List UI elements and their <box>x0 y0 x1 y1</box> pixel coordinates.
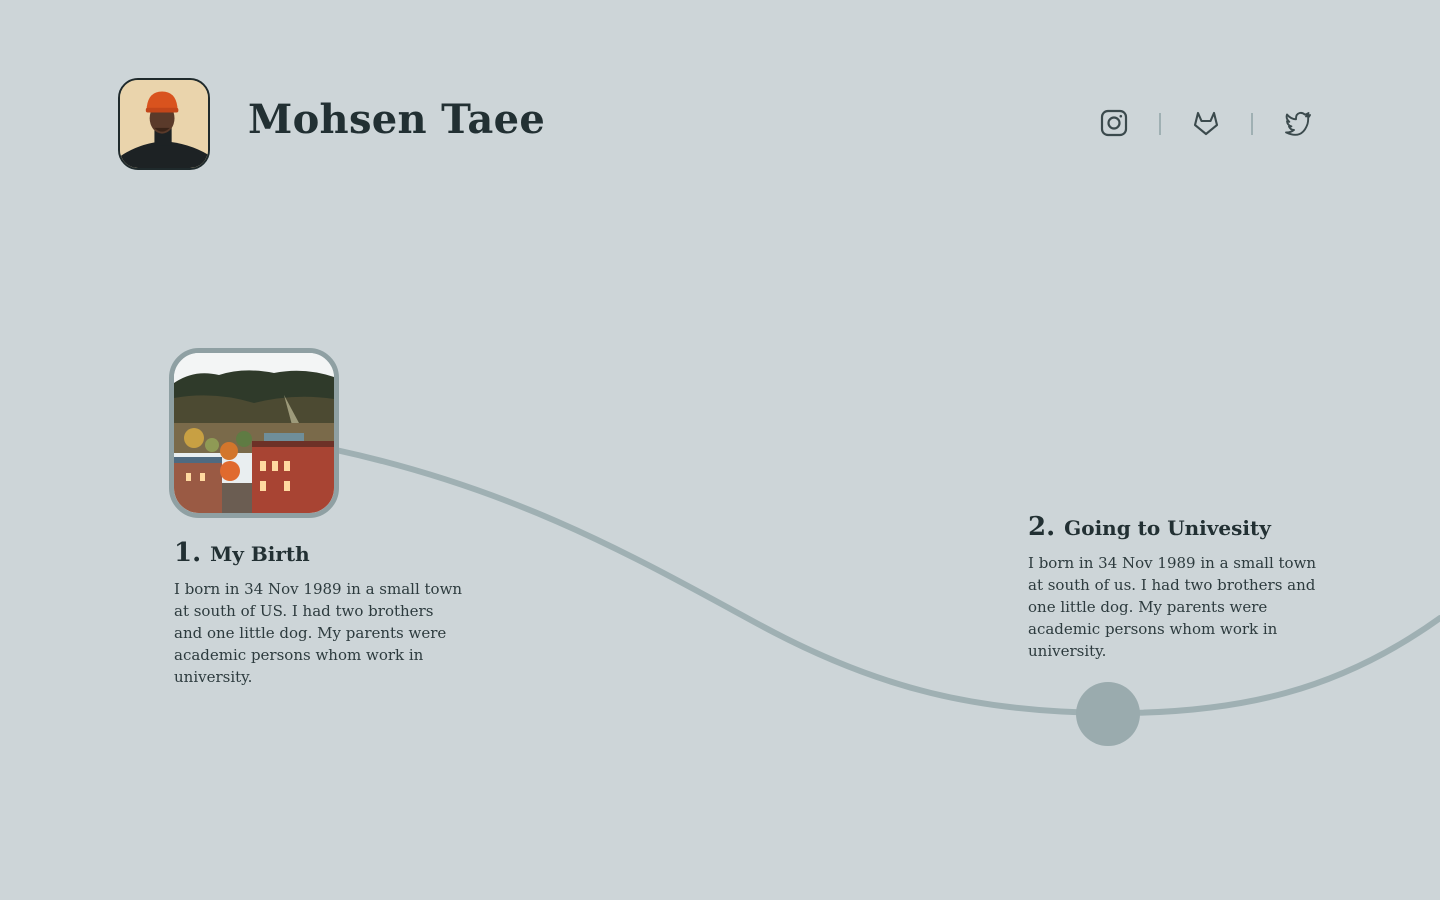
milestone-title: 2. Going to Univesity <box>1028 512 1271 542</box>
milestone-title: 1. My Birth <box>174 538 310 568</box>
page: Mohsen Taee 1. My Birth I born in 34 Nov… <box>0 0 1440 900</box>
user-avatar-photo <box>120 80 208 168</box>
page-title: Mohsen Taee <box>248 96 546 143</box>
twitter-icon[interactable] <box>1283 108 1313 138</box>
gitlab-icon[interactable] <box>1191 108 1221 138</box>
milestone-description: I born in 34 Nov 1989 in a small town at… <box>1028 554 1317 660</box>
town-photo <box>174 353 334 513</box>
milestone-number: 1. <box>174 538 202 568</box>
avatar[interactable] <box>118 78 210 170</box>
milestone-heading: Going to Univesity <box>1064 516 1271 540</box>
milestone-photo <box>169 348 339 518</box>
milestone-heading: My Birth <box>210 542 310 566</box>
timeline-node <box>1076 682 1140 746</box>
social-divider <box>1159 113 1161 135</box>
instagram-icon[interactable] <box>1099 108 1129 138</box>
milestone-description: I born in 34 Nov 1989 in a small town at… <box>174 580 463 686</box>
milestone-number: 2. <box>1028 512 1056 542</box>
social-divider <box>1251 113 1253 135</box>
